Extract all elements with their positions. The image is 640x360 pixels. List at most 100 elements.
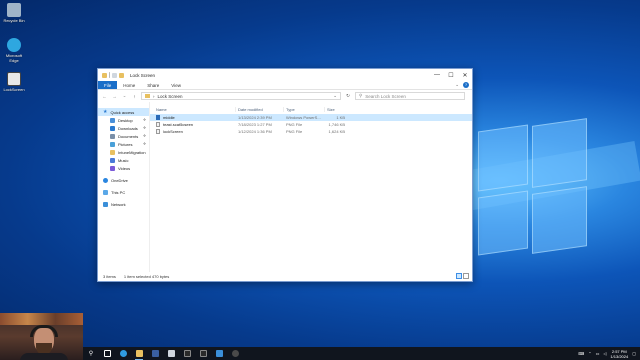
clock[interactable]: 2:57 PM 1/13/2024 — [610, 349, 628, 359]
column-header-type[interactable]: Type — [284, 106, 325, 112]
minimize-button[interactable]: — — [430, 69, 444, 81]
cloud-icon — [103, 177, 108, 183]
pictures-icon — [110, 141, 115, 147]
keyboard-icon[interactable]: ⌨ — [578, 351, 584, 356]
file-row[interactable]: lockScreen 1/12/2024 1:36 PM PNG File 1,… — [150, 128, 472, 135]
taskbar: ⚲ ⌨ ⌃ ▭ ◁ 2:57 PM 1/13/2024 ▢ — [83, 347, 640, 360]
file-date: 1/12/2024 1:36 PM — [238, 129, 272, 134]
tab-file[interactable]: File — [98, 81, 118, 89]
nav-label: Videos — [118, 165, 131, 171]
title-bar[interactable]: Lock Screen — ☐ ✕ — [98, 69, 472, 81]
recent-locations-icon[interactable]: ⌄ — [121, 93, 128, 99]
expand-ribbon-icon[interactable]: ⌄ — [455, 82, 459, 88]
status-bar: 3 items 1 item selected 470 bytes — [98, 271, 472, 281]
new-folder-icon[interactable] — [119, 72, 124, 78]
column-header-size[interactable]: Size — [325, 107, 347, 112]
file-row[interactable]: teast.scat5cseen 7/18/2023 1:27 PM PNG F… — [150, 121, 472, 128]
column-header-name[interactable]: Name — [150, 106, 236, 112]
nav-videos[interactable]: Videos — [98, 164, 149, 172]
address-row: ← → ⌄ ↑ › Lock Screen ⌄ ↻ ⚲ Search Lock … — [98, 90, 472, 102]
webcam-overlay — [0, 313, 83, 360]
address-path: Lock Screen — [157, 93, 183, 99]
address-bar[interactable]: › Lock Screen ⌄ — [141, 92, 341, 100]
desktop-icon-recycle-bin[interactable]: Recycle Bin — [2, 3, 26, 23]
nav-network[interactable]: Network — [98, 200, 149, 208]
properties-icon[interactable] — [112, 72, 117, 78]
search-button[interactable]: ⚲ — [83, 347, 99, 360]
desktop-icon-edge[interactable]: Microsoft Edge — [2, 38, 26, 63]
chevron-right-icon[interactable]: › — [153, 94, 155, 99]
navigation-pane: ★ Quick access Desktop ✣ Downloads ✣ Doc… — [98, 102, 150, 272]
nav-documents[interactable]: Documents ✣ — [98, 132, 149, 140]
recycle-bin-icon — [7, 3, 21, 17]
system-tray: ⌨ ⌃ ▭ ◁ 2:57 PM 1/13/2024 ▢ — [578, 349, 640, 359]
nav-label: IntuneMigration — [118, 149, 146, 155]
details-view-icon[interactable] — [456, 273, 462, 279]
taskbar-app-file-explorer[interactable] — [131, 347, 147, 360]
gear-icon — [231, 350, 239, 357]
music-icon — [110, 157, 115, 163]
nav-label: This PC — [111, 189, 126, 195]
tab-view[interactable]: View — [165, 81, 187, 89]
file-size: 1,746 KB — [328, 122, 345, 127]
tab-share[interactable]: Share — [141, 81, 165, 89]
nav-label: Music — [118, 157, 129, 163]
status-item-count: 3 items — [103, 273, 116, 279]
volume-icon[interactable]: ◁ — [603, 351, 606, 356]
close-button[interactable]: ✕ — [458, 69, 472, 81]
file-size: 1 KB — [336, 115, 345, 120]
taskbar-app-settings[interactable] — [227, 347, 243, 360]
task-view-button[interactable] — [99, 347, 115, 360]
help-icon[interactable]: ? — [463, 82, 469, 88]
nav-downloads[interactable]: Downloads ✣ — [98, 124, 149, 132]
taskbar-app-powershell[interactable] — [211, 347, 227, 360]
desktop-icon-label: LockScreen — [3, 87, 25, 92]
nav-onedrive[interactable]: OneDrive — [98, 176, 149, 184]
large-icons-view-icon[interactable] — [463, 273, 469, 279]
column-headers: Name Date modified Type Size — [150, 104, 472, 114]
chevron-up-icon[interactable]: ⌃ — [588, 351, 591, 356]
nav-this-pc[interactable]: This PC — [98, 188, 149, 196]
edge-icon — [7, 38, 21, 52]
search-box[interactable]: ⚲ Search Lock Screen — [355, 92, 465, 100]
nav-music[interactable]: Music — [98, 156, 149, 164]
taskbar-app-terminal[interactable] — [179, 347, 195, 360]
chevron-down-icon[interactable]: ⌄ — [333, 93, 337, 99]
file-row[interactable]: middle 1/13/2024 2:39 PM Windows PowerS.… — [150, 114, 472, 121]
bookshelf — [0, 313, 83, 325]
nav-label: Downloads — [118, 125, 138, 131]
taskbar-app-mail[interactable] — [163, 347, 179, 360]
presenter-shirt — [20, 353, 68, 360]
desktop-icon-label: Recycle Bin — [3, 18, 25, 23]
folder-icon — [102, 72, 107, 78]
nav-quick-access[interactable]: ★ Quick access — [98, 108, 149, 116]
file-list: Name Date modified Type Size middle 1/13… — [150, 102, 472, 272]
forward-arrow-icon[interactable]: → — [111, 94, 118, 99]
network-icon — [103, 201, 108, 207]
file-name: lockScreen — [163, 129, 183, 134]
notifications-icon[interactable]: ▢ — [632, 351, 636, 356]
search-placeholder: Search Lock Screen — [365, 93, 406, 99]
tab-home[interactable]: Home — [117, 81, 141, 89]
network-icon[interactable]: ▭ — [596, 351, 600, 356]
quick-access-toolbar — [102, 72, 124, 78]
column-header-date[interactable]: Date modified — [236, 106, 284, 112]
refresh-icon[interactable]: ↻ — [344, 93, 352, 99]
desktop-icon-lockscreen[interactable]: LockScreen — [2, 72, 26, 92]
powershell-file-icon — [156, 115, 160, 120]
desktop-icon-label: Microsoft Edge — [5, 53, 23, 63]
nav-intunemigration[interactable]: IntuneMigration — [98, 148, 149, 156]
maximize-button[interactable]: ☐ — [444, 69, 458, 81]
headphones-icon — [30, 325, 58, 337]
taskbar-app-store[interactable] — [147, 347, 163, 360]
nav-desktop[interactable]: Desktop ✣ — [98, 116, 149, 124]
back-arrow-icon[interactable]: ← — [101, 94, 108, 99]
folder-icon — [145, 94, 150, 98]
image-file-icon — [7, 72, 21, 86]
taskbar-app-edge[interactable] — [115, 347, 131, 360]
clock-time: 2:57 PM — [611, 348, 627, 354]
edge-icon — [119, 350, 127, 357]
up-arrow-icon[interactable]: ↑ — [131, 94, 138, 99]
taskbar-app-console[interactable] — [195, 347, 211, 360]
nav-pictures[interactable]: Pictures ✣ — [98, 140, 149, 148]
